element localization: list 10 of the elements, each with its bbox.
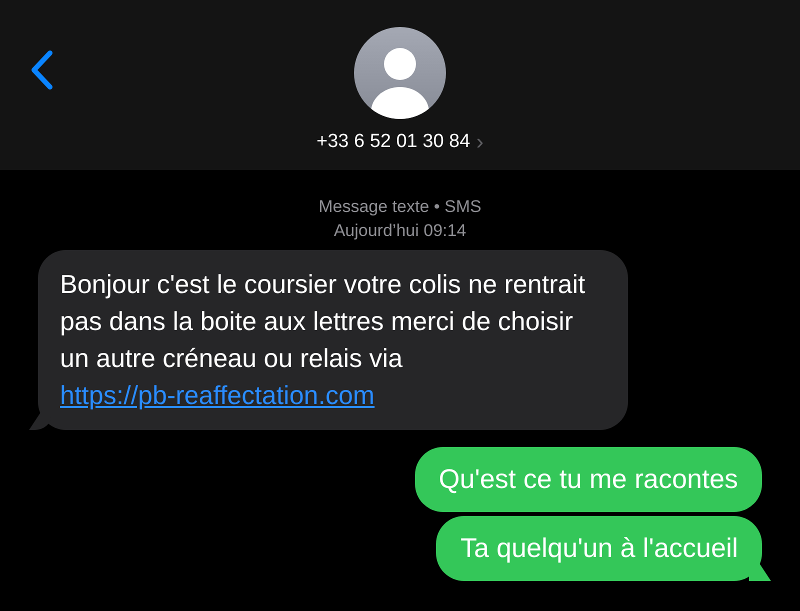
avatar-icon[interactable]: [354, 27, 446, 119]
message-link[interactable]: https://pb-reaffectation.com: [60, 380, 375, 410]
message-text: Qu'est ce tu me racontes: [438, 463, 738, 496]
back-icon[interactable]: [30, 50, 54, 90]
timestamp: Aujourd’hui 09:14: [332, 220, 468, 242]
message-text: Ta quelqu'un à l'accueil: [460, 532, 738, 565]
chevron-icon[interactable]: ›: [476, 131, 484, 153]
contact-number[interactable]: +33 6 52 01 30 84: [316, 131, 470, 153]
service-label: Message texte • SMS: [318, 196, 482, 218]
message-text: Bonjour c'est le coursier votre colis ne rentrait pas dans la boite aux lettres merci de choisir un autre créneau ou relais via https://pb-reaffectation.com: [60, 268, 586, 412]
